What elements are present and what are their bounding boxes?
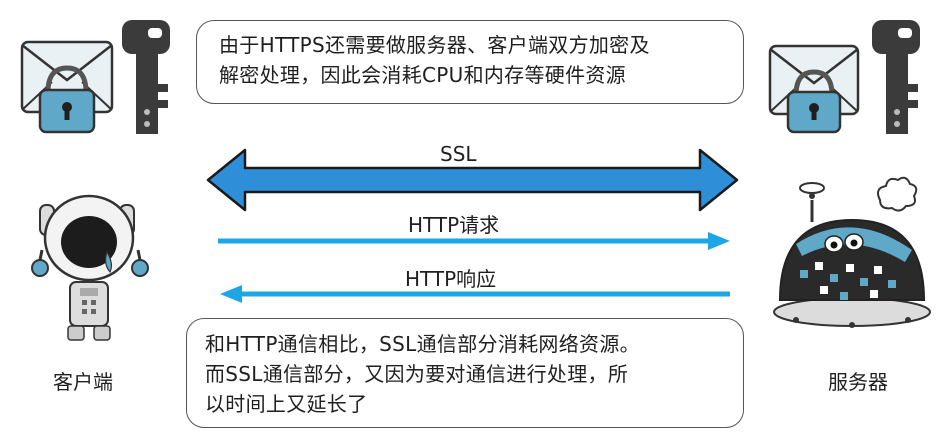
- left-lock-envelope-icon: [20, 40, 114, 134]
- top-note-line-2: 解密处理，因此会消耗CPU和内存等硬件资源: [219, 63, 626, 87]
- bottom-note-line-3: 以时间上又延长了: [205, 392, 368, 416]
- left-key-icon: [122, 20, 170, 134]
- top-note-box: 由于HTTPS还需要做服务器、客户端双方加密及 解密处理，因此会消耗CPU和内存…: [196, 20, 744, 104]
- http-response-label: HTTP响应: [405, 267, 497, 291]
- server-label: 服务器: [828, 370, 888, 394]
- ssl-label: SSL: [440, 142, 477, 166]
- bottom-note-line-2: 而SSL通信部分，又因为要对通信进行处理，所: [205, 362, 629, 386]
- bottom-note-line-1: 和HTTP通信相比，SSL通信部分消耗网络资源。: [205, 332, 640, 356]
- right-lock-envelope-icon: [768, 44, 860, 134]
- top-note-line-1: 由于HTTPS还需要做服务器、客户端双方加密及: [219, 33, 650, 57]
- client-robot-icon: [31, 194, 149, 341]
- bottom-note-box: 和HTTP通信相比，SSL通信部分消耗网络资源。 而SSL通信部分，又因为要对通…: [186, 318, 744, 428]
- right-key-icon: [872, 20, 920, 134]
- client-label: 客户端: [53, 370, 113, 394]
- http-request-label: HTTP请求: [408, 213, 500, 237]
- server-robot-icon: [773, 176, 931, 328]
